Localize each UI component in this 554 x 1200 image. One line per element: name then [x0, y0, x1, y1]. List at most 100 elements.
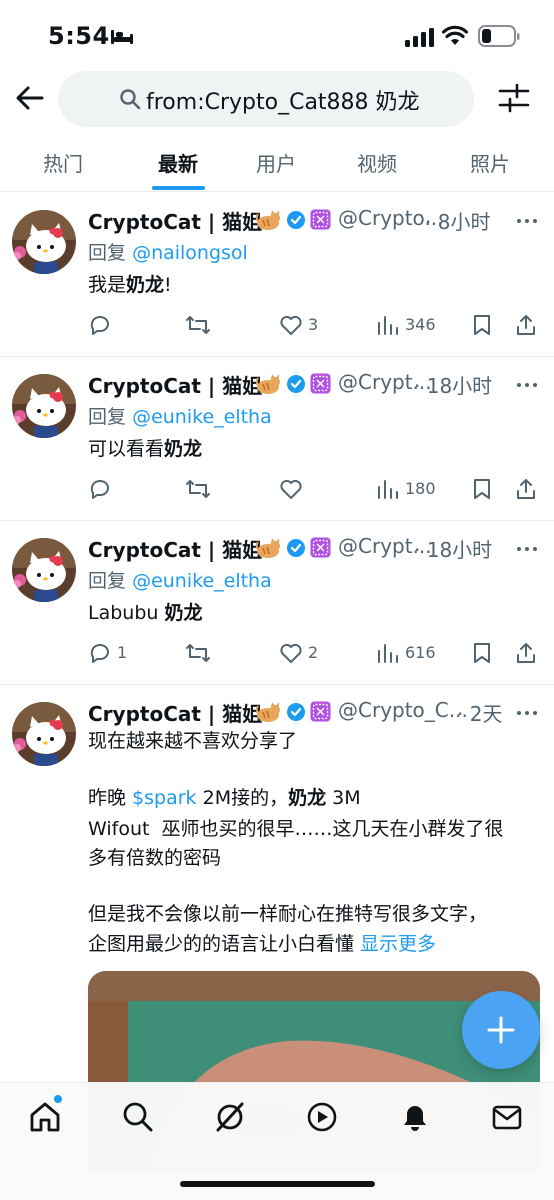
tab-users[interactable]: 用户: [233, 148, 319, 188]
avatar[interactable]: [12, 210, 76, 274]
like-button[interactable]: 3: [279, 313, 339, 337]
display-name[interactable]: CryptoCat | 猫姐: [88, 698, 262, 727]
cat-emoji-icon: [255, 538, 280, 558]
avatar[interactable]: [12, 374, 76, 438]
like-count: 2: [308, 643, 319, 662]
display-name[interactable]: CryptoCat | 猫姐: [88, 370, 262, 399]
reply-button[interactable]: [88, 313, 148, 337]
back-arrow-icon[interactable]: [12, 80, 48, 116]
tweet-text: 可以看看奶龙: [88, 434, 202, 464]
more-options-icon[interactable]: [516, 381, 538, 389]
share-icon[interactable]: [514, 641, 538, 665]
views-button[interactable]: 346: [376, 313, 448, 337]
grok-icon[interactable]: [213, 1100, 247, 1134]
verified-badge-icon: [287, 211, 305, 229]
tweet-1[interactable]: CryptoCat | 猫姐 @Crypto... · 8小时 回复 @nail…: [0, 192, 554, 356]
search-icon[interactable]: [121, 1100, 155, 1134]
handle: @Crypto_C...: [338, 698, 468, 722]
tab-latest[interactable]: 最新: [135, 148, 221, 188]
verified-badge-icon: [287, 539, 305, 557]
share-icon[interactable]: [514, 477, 538, 501]
tweet-text-part: 企图用最少的的语言让小白看懂: [88, 933, 361, 955]
display-name[interactable]: CryptoCat | 猫姐: [88, 534, 262, 563]
video-play-icon[interactable]: [305, 1100, 339, 1134]
like-button[interactable]: 2: [279, 641, 339, 665]
reply-context: 回复 @eunike_eltha: [88, 566, 272, 593]
bookmark-icon[interactable]: [470, 477, 494, 501]
display-name[interactable]: CryptoCat | 猫姐: [88, 206, 262, 235]
wifi-icon: [442, 25, 468, 45]
retweet-button[interactable]: [185, 313, 245, 337]
messages-mail-icon[interactable]: [490, 1100, 524, 1134]
reply-mention-link[interactable]: @nailongsol: [132, 242, 248, 264]
heart-icon: [280, 643, 302, 663]
tweet-2[interactable]: CryptoCat | 猫姐 @Crypt... · 18小时 回复 @euni…: [0, 357, 554, 521]
retweet-button[interactable]: [185, 477, 245, 501]
timestamp[interactable]: · 18小时: [414, 534, 492, 563]
reply-count: 1: [117, 643, 128, 662]
reply-icon: [90, 316, 109, 335]
search-icon: [120, 89, 141, 110]
reply-button[interactable]: 1: [88, 641, 148, 665]
tweet-text-part: Labubu: [88, 602, 165, 624]
sleep-bed-icon: [111, 30, 133, 44]
like-count: 3: [308, 315, 319, 334]
cashtag-link[interactable]: $spark: [132, 787, 197, 809]
more-options-icon[interactable]: [516, 545, 538, 553]
tab-photos[interactable]: 照片: [447, 148, 533, 188]
tweet-text-line: 现在越来越不喜欢分享了: [88, 730, 298, 752]
compose-post-button[interactable]: [462, 991, 540, 1069]
tweet-text-line: 企图用最少的的语言让小白看懂 显示更多: [88, 929, 436, 959]
affiliate-badge-icon: [310, 373, 331, 394]
tweet-3[interactable]: CryptoCat | 猫姐 @Crypt... · 18小时 回复 @euni…: [0, 521, 554, 685]
tweet-text-part: !: [164, 274, 172, 296]
tweet-text-line: Wifout 巫师也买的很早……这几天在小群发了很: [88, 818, 504, 840]
reply-context: 回复 @eunike_eltha: [88, 402, 272, 429]
tweet-text-bold: 奶龙: [164, 438, 203, 460]
retweet-icon: [186, 644, 210, 662]
tweet-text: Labubu 奶龙: [88, 598, 203, 628]
views-button[interactable]: 180: [376, 477, 448, 501]
views-chart-icon: [378, 316, 398, 335]
status-time: 5:54: [48, 22, 110, 50]
home-icon[interactable]: [28, 1100, 62, 1134]
reply-prefix: 回复: [88, 406, 127, 428]
tweet-text-line: 昨晚 $spark 2M接的，奶龙 3M: [88, 783, 361, 813]
heart-icon: [280, 479, 302, 499]
show-more-link[interactable]: 显示更多: [360, 933, 436, 955]
cat-emoji-icon: [255, 702, 280, 722]
bookmark-icon[interactable]: [470, 641, 494, 665]
tweet-text-part: 我是: [88, 274, 127, 296]
cat-emoji-icon: [255, 374, 280, 394]
tab-hot[interactable]: 热门: [20, 148, 106, 188]
reply-mention-link[interactable]: @eunike_eltha: [132, 570, 272, 592]
more-options-icon[interactable]: [516, 709, 538, 717]
reply-icon: [90, 480, 109, 499]
affiliate-badge-icon: [310, 701, 331, 722]
bookmark-icon[interactable]: [470, 313, 494, 337]
like-button[interactable]: [279, 477, 339, 501]
tab-videos[interactable]: 视频: [334, 148, 420, 188]
reply-context: 回复 @nailongsol: [88, 238, 248, 265]
timestamp[interactable]: · 2天: [457, 698, 502, 727]
avatar[interactable]: [12, 702, 76, 766]
tweet-text-part: 2M接的，: [196, 787, 289, 809]
more-options-icon[interactable]: [516, 217, 538, 225]
tweet-text: 我是奶龙!: [88, 270, 172, 300]
timestamp[interactable]: · 18小时: [414, 370, 492, 399]
tweet-text-bold: 奶龙: [164, 602, 203, 624]
views-button[interactable]: 616: [376, 641, 448, 665]
home-indicator-bar: [180, 1181, 375, 1187]
retweet-button[interactable]: [185, 641, 245, 665]
tweet-header: CryptoCat | 猫姐 @Crypt... · 18小时: [88, 534, 518, 562]
heart-icon: [280, 315, 302, 335]
search-filter-icon[interactable]: [496, 80, 532, 116]
notifications-bell-icon[interactable]: [398, 1100, 432, 1134]
reply-prefix: 回复: [88, 242, 127, 264]
avatar[interactable]: [12, 538, 76, 602]
reply-prefix: 回复: [88, 570, 127, 592]
reply-mention-link[interactable]: @eunike_eltha: [132, 406, 272, 428]
share-icon[interactable]: [514, 313, 538, 337]
reply-button[interactable]: [88, 477, 148, 501]
timestamp[interactable]: · 8小时: [425, 206, 490, 235]
